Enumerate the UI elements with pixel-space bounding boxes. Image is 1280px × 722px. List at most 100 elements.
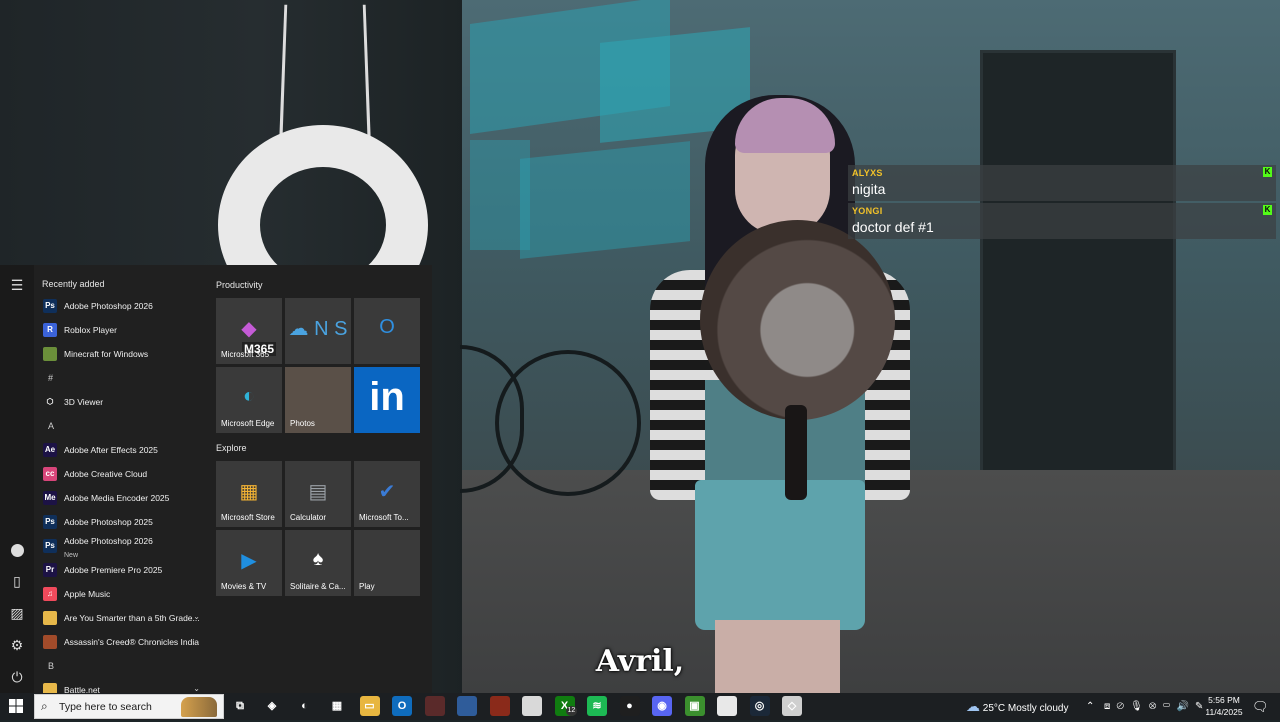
app-icon: Ps	[43, 515, 57, 529]
tile-linkedin[interactable]: in	[354, 367, 420, 433]
app-name: Battle.net	[64, 685, 100, 693]
taskbar-search-box[interactable]: ⌕ Type here to search	[34, 694, 224, 719]
tile-solitaire[interactable]: ♠ Solitaire & Ca...	[285, 530, 351, 596]
start-rail: ☰ ▯ ▨ ⚙ ⏻	[0, 265, 34, 693]
taskbar-paint-icon[interactable]	[717, 696, 737, 716]
taskbar-creeper-icon[interactable]: ▣	[684, 696, 705, 716]
vpn-icon[interactable]: ⊘	[1116, 701, 1130, 712]
taskbar-game-4-icon[interactable]	[522, 696, 542, 716]
chevron-down-icon[interactable]: ⌄	[193, 612, 200, 621]
kick-badge-icon: K	[1263, 205, 1272, 215]
tile-label: Play	[359, 582, 375, 591]
app-list-item[interactable]: Are You Smarter than a 5th Grade... ⌄	[34, 607, 206, 629]
app-list-item[interactable]: Ps Adobe Photoshop 2025	[34, 511, 206, 533]
chat-message: ALYXS nigita K	[848, 165, 1276, 201]
settings-gear-icon[interactable]: ⚙	[0, 629, 34, 661]
linkedin-icon: in	[369, 375, 405, 419]
taskbar-store-icon[interactable]: ▦	[327, 696, 347, 716]
app-list-item[interactable]: Ae Adobe After Effects 2025	[34, 439, 206, 461]
subtitle-caption: Avril,	[595, 644, 685, 679]
tile-area: Productivity Explore ◆ M365 Microsoft 365 ☁…	[206, 265, 432, 693]
chat-message: YONGI doctor def #1 K	[848, 203, 1276, 239]
network-icon[interactable]: ⧈	[1104, 701, 1116, 712]
taskbar-steam-icon[interactable]: ◎	[749, 696, 770, 716]
notification-center-icon[interactable]: 🗨	[1252, 693, 1269, 720]
tile-label: Microsoft Edge	[221, 419, 275, 428]
tile-microsoft-edge[interactable]: ◐ Microsoft Edge	[216, 367, 282, 433]
windows-start-icon[interactable]	[6, 696, 26, 716]
chevron-down-icon[interactable]: ⌄	[193, 684, 200, 693]
tile-office-apps-folder[interactable]: ☁ N S	[285, 298, 351, 364]
clock[interactable]: 5:56 PM 11/4/2025	[1200, 693, 1248, 721]
tile-play-folder[interactable]: Play	[354, 530, 420, 596]
privacy-icon[interactable]: ⊗	[1149, 701, 1163, 712]
show-hidden-icons[interactable]: ⌃	[1086, 693, 1094, 720]
outlook-icon: O	[379, 316, 395, 338]
taskbar-game-1-icon[interactable]	[424, 696, 445, 716]
taskbar: ⌕ Type here to search ⧉ ◈ ◐ ▦ ▭ O X 12 ≋ ● ◉ ▣ ◎ ◇ ☁ …	[0, 693, 1280, 720]
app-list-letter-header[interactable]: B	[48, 661, 54, 671]
taskbar-file-explorer-icon[interactable]: ▭	[359, 696, 380, 716]
taskbar-game-3-icon[interactable]	[489, 696, 510, 716]
app-name: Apple Music	[64, 589, 111, 599]
app-list-item[interactable]: ♫ Apple Music	[34, 583, 206, 605]
office-apps-folder-icon: ☁ N S	[288, 318, 348, 340]
taskbar-edge-icon[interactable]: ◐	[295, 696, 315, 716]
app-list-item[interactable]: R Roblox Player	[34, 319, 206, 341]
calculator-icon: ▤	[308, 481, 328, 503]
microsoft-store-icon: ▦	[239, 481, 259, 503]
documents-icon[interactable]: ▯	[0, 565, 34, 597]
tile-microsoft-todo[interactable]: ✔ Microsoft To...	[354, 461, 420, 527]
tile-microsoft-store[interactable]: ▦ Microsoft Store	[216, 461, 282, 527]
tile-microsoft-365[interactable]: ◆ M365 Microsoft 365	[216, 298, 282, 364]
display-icon[interactable]: ▭	[1163, 701, 1177, 712]
taskbar-outlook-icon[interactable]: O	[392, 696, 412, 716]
hamburger-menu-icon[interactable]: ☰	[0, 269, 34, 301]
system-tray-icons[interactable]: ⧈⊘🎙⊗▭🔊✎	[1104, 693, 1209, 720]
microsoft-edge-icon: ◐	[242, 385, 256, 407]
app-list-item[interactable]: Minecraft for Windows	[34, 343, 206, 365]
taskbar-obs-icon[interactable]: ●	[619, 696, 640, 716]
taskbar-task-view-icon[interactable]: ⧉	[230, 696, 250, 716]
user-avatar-icon[interactable]	[0, 533, 34, 565]
app-list-item[interactable]: Ps Adobe Photoshop 2026	[34, 295, 206, 317]
taskbar-copilot-icon[interactable]: ◈	[262, 696, 282, 716]
app-name: Adobe Creative Cloud	[64, 469, 148, 479]
app-list-item[interactable]: cc Adobe Creative Cloud	[34, 463, 206, 485]
app-name: Minecraft for Windows	[64, 349, 149, 359]
app-icon: Pr	[43, 563, 57, 577]
microphone-icon[interactable]: 🎙	[1130, 701, 1149, 712]
app-list-letter-header[interactable]: A	[48, 421, 54, 431]
power-icon[interactable]: ⏻	[0, 661, 34, 693]
pictures-icon[interactable]: ▨	[0, 597, 34, 629]
solitaire-icon: ♠	[312, 548, 324, 570]
app-icon: ♫	[43, 587, 57, 601]
volume-icon[interactable]: 🔊	[1177, 701, 1195, 712]
tile-label: Movies & TV	[221, 582, 267, 591]
bicycle	[495, 350, 641, 496]
tile-photos[interactable]: Photos	[285, 367, 351, 433]
taskbar-spotify-icon[interactable]: ≋	[587, 696, 607, 716]
app-list-item[interactable]: Assassin's Creed® Chronicles India	[34, 631, 206, 653]
app-name: Assassin's Creed® Chronicles India	[64, 637, 199, 647]
app-icon: Ae	[43, 443, 57, 457]
weather-widget[interactable]: ☁ 25°C Mostly cloudy	[966, 693, 1068, 720]
kick-badge-icon: K	[1263, 167, 1272, 177]
app-list-item[interactable]: Ps Adobe Photoshop 2026 New	[34, 535, 206, 559]
app-icon: Me	[43, 491, 57, 505]
tile-calculator[interactable]: ▤ Calculator	[285, 461, 351, 527]
tile-outlook[interactable]: O	[354, 298, 420, 364]
app-list-item[interactable]: Pr Adobe Premiere Pro 2025	[34, 559, 206, 581]
tile-movies-tv[interactable]: ▶ Movies & TV	[216, 530, 282, 596]
chat-text: nigita	[852, 181, 886, 197]
taskbar-game-2-icon[interactable]	[457, 696, 477, 716]
app-list-letter-header[interactable]: #	[48, 373, 53, 383]
taskbar-discord-icon[interactable]: ◉	[652, 696, 672, 716]
app-list-item[interactable]: Me Adobe Media Encoder 2025	[34, 487, 206, 509]
app-list-item[interactable]: ⬡ 3D Viewer	[34, 391, 206, 413]
tile-label: Photos	[290, 419, 315, 428]
app-icon	[43, 347, 57, 361]
taskbar-app-white-icon[interactable]: ◇	[782, 696, 802, 716]
app-list: Recently added Ps Adobe Photoshop 2026 R Ro…	[34, 265, 206, 693]
app-list-item[interactable]: Battle.net ⌄	[34, 679, 206, 693]
